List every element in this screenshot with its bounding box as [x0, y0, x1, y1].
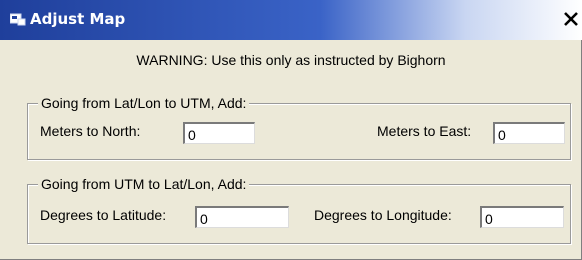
group-legend: Going from UTM to Lat/Lon, Add:	[38, 176, 250, 192]
meters-north-label: Meters to North:	[40, 123, 141, 139]
warning-text: WARNING: Use this only as instructed by …	[136, 52, 446, 68]
title-bar[interactable]: Adjust Map	[0, 0, 582, 40]
window-title: Adjust Map	[30, 10, 126, 28]
degrees-longitude-input[interactable]	[480, 206, 564, 228]
degrees-latitude-input[interactable]	[195, 206, 289, 228]
meters-east-label: Meters to East:	[377, 123, 472, 139]
group-legend: Going from Lat/Lon to UTM, Add:	[38, 95, 250, 111]
utm-to-latlon-group: Going from UTM to Lat/Lon, Add: Degrees …	[27, 176, 571, 244]
latlon-to-utm-group: Going from Lat/Lon to UTM, Add: Meters t…	[27, 95, 571, 160]
degrees-longitude-label: Degrees to Longitude:	[314, 207, 452, 223]
meters-east-input[interactable]	[493, 122, 565, 144]
app-icon	[10, 13, 26, 26]
meters-north-input[interactable]	[183, 122, 255, 144]
close-icon[interactable]	[562, 10, 580, 28]
degrees-latitude-label: Degrees to Latitude:	[40, 207, 167, 223]
adjust-map-dialog: Adjust Map WARNING: Use this only as ins…	[0, 0, 582, 260]
